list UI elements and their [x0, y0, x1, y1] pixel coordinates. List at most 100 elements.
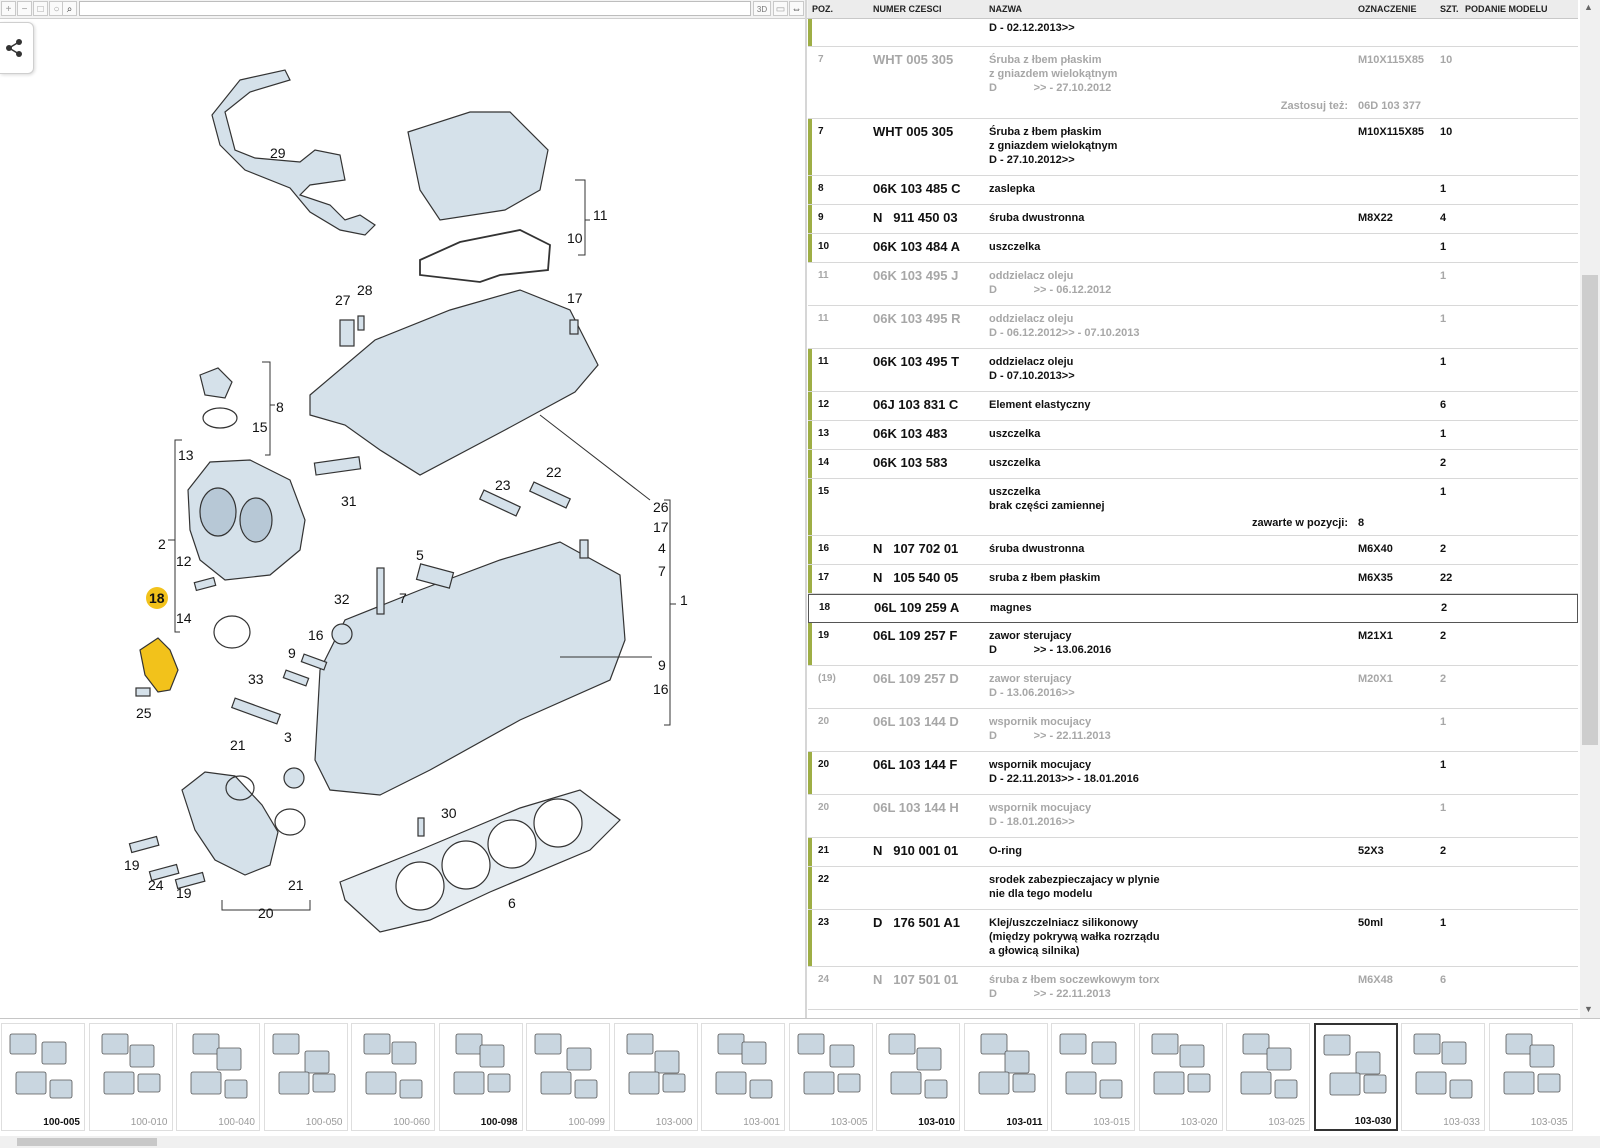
thumbnail-label: 100-050: [305, 1117, 343, 1128]
cell-part-number[interactable]: D 176 501 A1: [873, 916, 988, 930]
cell-quantity: 6: [1440, 974, 1447, 986]
cell-part-number[interactable]: 06K 103 484 A: [873, 240, 988, 254]
thumbnail-scroll-thumb[interactable]: [17, 1138, 157, 1146]
table-row[interactable]: 9 N 911 450 03 śruba dwustronna M8X22 4: [808, 205, 1578, 234]
table-row[interactable]: 22 srodek zabezpieczajacy w plynie nie dl…: [808, 867, 1578, 910]
table-row[interactable]: 11 06K 103 495 Toddzielacz oleju D - 07.1…: [808, 349, 1578, 392]
table-row[interactable]: 19 06L 109 257 Fzawor sterujacy D >> - 13…: [808, 623, 1578, 666]
table-row[interactable]: (19) 06L 109 257 Dzawor sterujacy D - 13.…: [808, 666, 1578, 709]
3d-button[interactable]: 3D: [753, 1, 771, 16]
zoom-fit-button[interactable]: □: [33, 1, 48, 16]
table-row[interactable]: 13 06K 103 483 uszczelka 1: [808, 421, 1578, 450]
panel-splitter[interactable]: [805, 0, 807, 1018]
table-row[interactable]: 24 N 107 501 01 śruba z łbem soczewkowym t…: [808, 967, 1578, 1010]
thumbnail-item[interactable]: 103-005: [788, 1023, 873, 1131]
cell-part-number[interactable]: 06J 103 831 C: [873, 398, 988, 412]
table-row[interactable]: 8 06K 103 485 Czaslepka 1: [808, 176, 1578, 205]
thumbnail-item[interactable]: 103-025: [1226, 1023, 1310, 1131]
cell-part-number[interactable]: 06L 103 144 F: [873, 758, 988, 772]
search-input[interactable]: [79, 1, 751, 16]
table-row[interactable]: 15 uszczelka brak części zamiennej 1 zawart…: [808, 479, 1578, 536]
table-row[interactable]: 7 WHT 005 305 Śruba z łbem płaskim z gniaz…: [808, 47, 1578, 119]
thumbnail-scrollbar[interactable]: [0, 1136, 1600, 1148]
table-row[interactable]: 10 06K 103 484 Auszczelka 1: [808, 234, 1578, 263]
col-designation[interactable]: OZNACZENIE: [1358, 4, 1417, 14]
table-row[interactable]: 20 06L 103 144 Dwspornik mocujacy D >> - …: [808, 709, 1578, 752]
thumbnail-item[interactable]: 100-010: [88, 1023, 173, 1131]
cell-designation: M10X115X85: [1358, 126, 1425, 138]
thumbnail-item[interactable]: 100-060: [351, 1023, 435, 1131]
cell-position: 10: [818, 241, 830, 252]
print-icon[interactable]: ▭: [773, 1, 788, 16]
thumbnail-item[interactable]: 103-010: [876, 1023, 960, 1131]
thumbnail-item[interactable]: 100-050: [263, 1023, 348, 1131]
table-row[interactable]: 16 N 107 702 01 śruba dwustronna M6X40 2: [808, 536, 1578, 565]
cell-position: (19): [818, 673, 836, 684]
cell-quantity: 1: [1440, 428, 1447, 440]
thumbnail-item[interactable]: 100-098: [438, 1023, 523, 1131]
zoom-out-button[interactable]: −: [17, 1, 32, 16]
search-icon[interactable]: ⌕: [62, 1, 77, 16]
thumbnail-item[interactable]: 100-005: [1, 1023, 85, 1131]
cell-part-number[interactable]: 06K 103 495 R: [873, 312, 988, 326]
zoom-in-button[interactable]: +: [1, 1, 16, 16]
col-quantity[interactable]: SZT.: [1440, 4, 1459, 14]
thumbnail-item[interactable]: 103-030: [1313, 1023, 1398, 1131]
cell-part-number[interactable]: 06L 109 259 A: [874, 601, 989, 615]
table-row[interactable]: 12 06J 103 831 C Element elastyczny 6: [808, 392, 1578, 421]
cell-part-number[interactable]: N 107 702 01: [873, 542, 988, 556]
col-model[interactable]: PODANIE MODELU: [1465, 4, 1548, 14]
col-name[interactable]: NAZWA: [989, 4, 1022, 14]
svg-text:7: 7: [399, 590, 407, 606]
table-row[interactable]: 17 N 105 540 05 sruba z łbem płaskim M6X35 2…: [808, 565, 1578, 594]
thumbnail-item[interactable]: 103-035: [1488, 1023, 1573, 1131]
col-part-number[interactable]: NUMER CZESCI: [873, 4, 942, 14]
cell-reference-value[interactable]: 06D 103 377: [1358, 99, 1421, 113]
svg-text:32: 32: [334, 591, 350, 607]
table-row[interactable]: 21 N 910 001 01 O-ring 52X3 2: [808, 838, 1578, 867]
col-pos[interactable]: POZ.: [812, 4, 833, 14]
cell-part-number[interactable]: 06L 103 144 H: [873, 801, 988, 815]
cell-reference-value[interactable]: 8: [1358, 516, 1364, 530]
table-row[interactable]: 18 06L 109 259 Amagnes 2: [808, 594, 1578, 623]
cell-part-number[interactable]: 06K 103 483: [873, 427, 988, 441]
thumbnail-item[interactable]: 103-011: [963, 1023, 1048, 1131]
scroll-thumb[interactable]: [1582, 275, 1598, 745]
table-row[interactable]: 11 06K 103 495 Roddzielacz oleju D - 06.1…: [808, 306, 1578, 349]
thumbnail-preview-icon: [363, 1033, 423, 1099]
svg-text:3: 3: [284, 729, 292, 745]
cell-part-number[interactable]: 06K 103 495 T: [873, 355, 988, 369]
table-row[interactable]: 11 06K 103 495 Joddzielacz oleju D >> - 0…: [808, 263, 1578, 306]
cell-part-number[interactable]: WHT 005 305: [873, 125, 988, 139]
svg-text:25: 25: [136, 705, 152, 721]
table-scrollbar[interactable]: ▲ ▼: [1580, 0, 1600, 1018]
cell-part-number[interactable]: N 107 501 01: [873, 973, 988, 987]
table-row[interactable]: 14 06K 103 583 uszczelka 2: [808, 450, 1578, 479]
table-row[interactable]: 20 06L 103 144 Fwspornik mocujacy D - 22.…: [808, 752, 1578, 795]
scroll-up-icon[interactable]: ▲: [1584, 2, 1593, 12]
cell-part-number[interactable]: WHT 005 305: [873, 53, 988, 67]
expand-icon[interactable]: ⇔: [789, 1, 804, 16]
cell-part-number[interactable]: N 910 001 01: [873, 844, 988, 858]
thumbnail-item[interactable]: 103-015: [1051, 1023, 1135, 1131]
table-row[interactable]: 20 06L 103 144 Hwspornik mocujacy D - 18.…: [808, 795, 1578, 838]
thumbnail-item[interactable]: 103-020: [1138, 1023, 1223, 1131]
thumbnail-item[interactable]: 100-040: [176, 1023, 260, 1131]
thumbnail-label: 103-025: [1268, 1117, 1305, 1128]
cell-part-number[interactable]: 06K 103 583: [873, 456, 988, 470]
table-row[interactable]: 23 D 176 501 A1 Klej/uszczelniacz silikono…: [808, 910, 1578, 967]
cell-part-number[interactable]: N 911 450 03: [873, 211, 988, 225]
scroll-down-icon[interactable]: ▼: [1584, 1004, 1593, 1014]
cell-part-number[interactable]: 06L 109 257 D: [873, 672, 988, 686]
thumbnail-item[interactable]: 103-033: [1401, 1023, 1485, 1131]
table-row[interactable]: 7 WHT 005 305 Śruba z łbem płaskim z gniaz…: [808, 119, 1578, 176]
cell-part-number[interactable]: 06K 103 495 J: [873, 269, 988, 283]
cell-part-number[interactable]: 06L 103 144 D: [873, 715, 988, 729]
thumbnail-item[interactable]: 103-000: [613, 1023, 698, 1131]
table-row[interactable]: D - 02.12.2013>>: [808, 19, 1578, 47]
cell-part-number[interactable]: 06L 109 257 F: [873, 629, 988, 643]
cell-part-number[interactable]: 06K 103 485 C: [873, 182, 988, 196]
thumbnail-item[interactable]: 100-099: [526, 1023, 610, 1131]
thumbnail-item[interactable]: 103-001: [701, 1023, 785, 1131]
cell-part-number[interactable]: N 105 540 05: [873, 571, 988, 585]
